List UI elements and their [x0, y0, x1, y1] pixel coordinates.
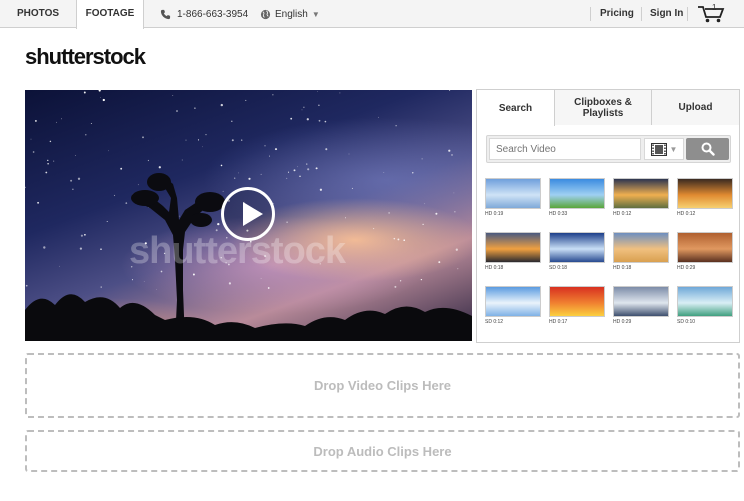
thumbnail-image [549, 286, 605, 317]
cart-icon[interactable] [697, 4, 725, 24]
sign-in-link[interactable]: Sign In [650, 0, 683, 28]
drop-video-zone[interactable]: Drop Video Clips Here [25, 353, 740, 418]
video-thumbnail[interactable]: HD 0:29 [613, 286, 669, 330]
thumbnail-image [677, 178, 733, 209]
video-thumbnail[interactable]: HD 0:12 [613, 178, 669, 222]
shutterstock-logo[interactable]: shutterstock [25, 44, 146, 70]
video-thumbnail[interactable]: SD 0:10 [677, 286, 733, 330]
search-bar: ▼ [486, 135, 731, 163]
play-icon[interactable] [221, 187, 275, 241]
video-preview[interactable]: shutterstock [25, 90, 472, 341]
tab-search[interactable]: Search [477, 90, 555, 126]
thumbnail-meta: SD 0:12 [485, 319, 504, 325]
thumbnail-image [549, 232, 605, 263]
top-nav-bar: PHOTOS FOOTAGE 1-866-663-3954 English ▼ … [0, 0, 744, 29]
tab-clipboxes-playlists[interactable]: Clipboxes & Playlists [555, 90, 652, 125]
thumbnail-meta: HD 0:19 [485, 211, 504, 217]
language-label: English [275, 8, 308, 20]
search-button[interactable] [686, 138, 729, 160]
drop-video-label: Drop Video Clips Here [313, 378, 451, 393]
cart-count: 1 [712, 3, 717, 12]
thumbnail-image [613, 232, 669, 263]
drop-audio-zone[interactable]: Drop Audio Clips Here [25, 430, 740, 472]
search-icon [701, 142, 715, 156]
film-icon [650, 142, 667, 156]
video-thumbnail[interactable]: SD 0:12 [485, 286, 541, 330]
video-thumbnail[interactable]: HD 0:29 [677, 232, 733, 276]
video-thumbnail[interactable]: HD 0:33 [549, 178, 605, 222]
pricing-link[interactable]: Pricing [600, 0, 634, 28]
video-thumbnail[interactable]: HD 0:18 [485, 232, 541, 276]
tab-photos[interactable]: PHOTOS [0, 0, 76, 28]
thumbnail-image [485, 286, 541, 317]
thumbnail-meta: HD 0:29 [677, 265, 696, 271]
search-panel: Search Clipboxes & Playlists Upload ▼ [476, 89, 740, 343]
thumbnail-meta: HD 0:12 [677, 211, 696, 217]
chevron-down-icon: ▼ [669, 144, 678, 154]
thumbnail-image [613, 286, 669, 317]
thumbnail-meta: SD 0:18 [549, 265, 568, 271]
panel-tabs: Search Clipboxes & Playlists Upload [477, 90, 739, 126]
thumbnail-image [485, 232, 541, 263]
thumbnail-image [677, 232, 733, 263]
phone-text: 1-866-663-3954 [177, 8, 249, 20]
video-thumbnail[interactable]: HD 0:19 [485, 178, 541, 222]
media-type-select[interactable]: ▼ [644, 138, 684, 160]
language-selector[interactable]: English ▼ [260, 0, 320, 28]
thumbnail-image [485, 178, 541, 209]
video-thumbnail[interactable]: SD 0:18 [549, 232, 605, 276]
thumbnail-meta: HD 0:33 [549, 211, 568, 217]
video-thumbnail[interactable]: HD 0:17 [549, 286, 605, 330]
thumbnail-meta: SD 0:10 [677, 319, 696, 325]
globe-icon [260, 9, 271, 19]
divider [590, 7, 591, 21]
thumbnail-meta: HD 0:29 [613, 319, 632, 325]
thumbnail-grid: HD 0:19 HD 0:33 HD 0:12 HD 0:12 HD 0:18 SD 0:… [485, 178, 735, 328]
divider [687, 7, 688, 21]
thumbnail-image [549, 178, 605, 209]
search-input[interactable] [489, 138, 641, 160]
tab-upload[interactable]: Upload [652, 90, 739, 125]
phone-icon [160, 9, 171, 19]
thumbnail-meta: HD 0:18 [613, 265, 632, 271]
divider [641, 7, 642, 21]
thumbnail-meta: HD 0:17 [549, 319, 568, 325]
thumbnail-image [613, 178, 669, 209]
drop-audio-label: Drop Audio Clips Here [313, 443, 452, 459]
phone-number: 1-866-663-3954 [160, 0, 248, 28]
thumbnail-meta: HD 0:12 [613, 211, 632, 217]
tab-footage[interactable]: FOOTAGE [76, 0, 144, 29]
chevron-down-icon: ▼ [311, 9, 320, 19]
video-thumbnail[interactable]: HD 0:12 [677, 178, 733, 222]
thumbnail-meta: HD 0:18 [485, 265, 504, 271]
thumbnail-image [677, 286, 733, 317]
video-thumbnail[interactable]: HD 0:18 [613, 232, 669, 276]
